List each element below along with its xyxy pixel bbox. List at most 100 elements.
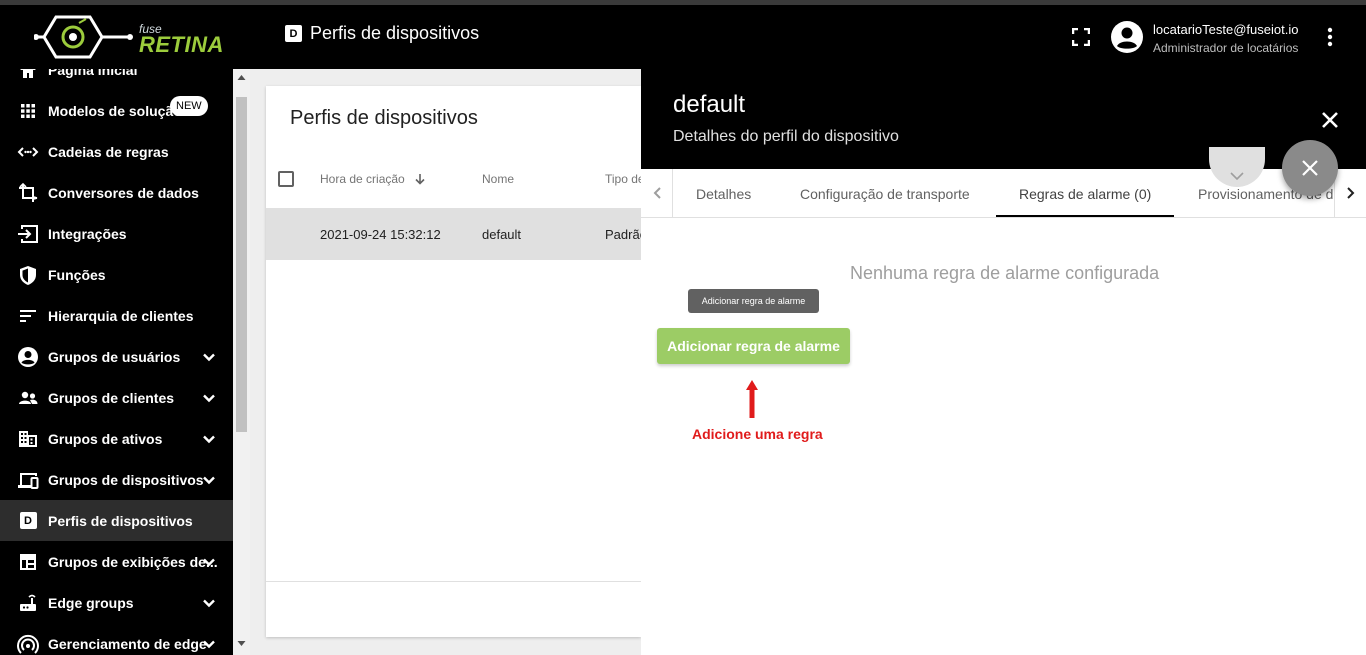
- sidebar-item-roles[interactable]: Funções: [0, 254, 233, 295]
- column-header-created-time[interactable]: Hora de criação: [320, 172, 426, 186]
- sidebar-item-device-profiles[interactable]: D Perfis de dispositivos: [0, 500, 233, 541]
- sidebar-item-label: Grupos de dispositivos: [48, 471, 204, 488]
- supervisor-icon: [19, 391, 38, 404]
- more-vert-icon[interactable]: [1320, 27, 1340, 47]
- sidebar-scrollbar-thumb[interactable]: [236, 97, 247, 432]
- active-tab-indicator: [996, 215, 1174, 217]
- sidebar-item-customer-groups[interactable]: Grupos de clientes: [0, 377, 233, 418]
- sidebar-item-label: Perfis de dispositivos: [48, 512, 193, 529]
- sidebar-item-label: Conversores de dados: [48, 184, 199, 201]
- sidebar-item-label: Grupos de ativos: [48, 430, 163, 447]
- column-header-type[interactable]: Tipo de: [605, 172, 641, 186]
- details-panel: default Detalhes do perfil do dispositiv…: [641, 69, 1366, 655]
- sidebar: Página inicial Modelos de solução NEW Ca…: [0, 69, 233, 655]
- user-info[interactable]: locatarioTeste@fuseiot.io Administrador …: [1153, 20, 1298, 58]
- new-badge: NEW: [170, 96, 208, 116]
- details-subtitle: Detalhes do perfil do dispositivo: [673, 128, 899, 145]
- chevron-down-icon[interactable]: [201, 472, 217, 488]
- sidebar-item-label: Modelos de solução: [48, 102, 182, 119]
- cell-name: default: [482, 227, 522, 242]
- chevron-down-icon[interactable]: [201, 349, 217, 365]
- chevron-down-icon[interactable]: [201, 636, 217, 652]
- device-profile-icon: D: [285, 25, 302, 42]
- dashboard-icon: [20, 553, 36, 570]
- code-arrows-icon: [17, 146, 39, 157]
- sidebar-item-dashboard-groups[interactable]: Grupos de exibições de...: [0, 541, 233, 582]
- sidebar-item-label: Edge groups: [48, 594, 134, 611]
- details-title: default: [673, 91, 746, 118]
- tab-transport-config[interactable]: Configuração de transporte: [800, 186, 970, 202]
- logo-mark-icon: [33, 15, 133, 59]
- chevron-right-icon: [1347, 187, 1355, 199]
- sidebar-item-label: Funções: [48, 266, 106, 283]
- sidebar-item-data-converters[interactable]: Conversores de dados: [0, 172, 233, 213]
- user-role: Administrador de locatários: [1153, 41, 1299, 55]
- chevron-left-icon: [653, 187, 661, 199]
- sidebar-item-edge-groups[interactable]: Edge groups: [0, 582, 233, 623]
- tab-alarm-rules[interactable]: Regras de alarme (0): [1019, 186, 1151, 202]
- sidebar-item-label: Integrações: [48, 225, 127, 242]
- sidebar-item-asset-groups[interactable]: Grupos de ativos: [0, 418, 233, 459]
- arrow-down-icon: [415, 174, 425, 185]
- sidebar-item-label: Grupos de clientes: [48, 389, 175, 406]
- wifi-tethering-icon: [17, 634, 39, 654]
- sort-lines-icon: [20, 309, 36, 322]
- fuse-retina-logo[interactable]: fuse RETINA: [33, 11, 224, 63]
- sidebar-item-label: Grupos de usuários: [48, 348, 181, 365]
- table-row[interactable]: 2021-09-24 15:32:12 default Padrão: [266, 208, 641, 260]
- chevron-down-icon[interactable]: [201, 554, 217, 570]
- add-alarm-rule-tooltip: Adicionar regra de alarme: [688, 289, 819, 313]
- user-email: locatarioTeste@fuseiot.io: [1153, 22, 1299, 37]
- fullscreen-icon[interactable]: [1072, 28, 1090, 46]
- device-profile-icon: D: [17, 510, 39, 532]
- cell-created-time: 2021-09-24 15:32:12: [320, 227, 441, 242]
- red-arrow-annotation-icon: [746, 380, 758, 418]
- empty-alarm-rules-message: Nenhuma regra de alarme configurada: [850, 263, 1160, 283]
- account-circle-icon[interactable]: [1111, 21, 1143, 53]
- page-title: D Perfis de dispositivos: [285, 23, 479, 44]
- close-icon: [1302, 160, 1318, 176]
- sidebar-item-integrations[interactable]: Integrações: [0, 213, 233, 254]
- select-all-checkbox[interactable]: [278, 171, 294, 187]
- home-icon: [20, 69, 36, 78]
- sidebar-item-customer-hierarchy[interactable]: Hierarquia de clientes: [0, 295, 233, 336]
- column-header-name[interactable]: Nome: [482, 172, 514, 186]
- sidebar-item-edge-management[interactable]: Gerenciamento de edge: [0, 623, 233, 655]
- tab-details[interactable]: Detalhes: [696, 186, 751, 202]
- table-title: Perfis de dispositivos: [290, 107, 478, 129]
- sidebar-item-label: Página inicial: [48, 69, 138, 78]
- close-icon[interactable]: [1319, 109, 1341, 131]
- top-toolbar: fuse RETINA D Perfis de dispositivos loc…: [0, 5, 1366, 69]
- device-profiles-table-card: Perfis de dispositivos Hora de criação N…: [266, 86, 641, 637]
- devices-icon: [18, 472, 39, 489]
- sidebar-item-rule-chains[interactable]: Cadeias de regras: [0, 131, 233, 172]
- sidebar-item-home[interactable]: Página inicial: [0, 69, 233, 90]
- scroll-down-icon[interactable]: [237, 639, 246, 648]
- chevron-down-icon[interactable]: [201, 431, 217, 447]
- sidebar-item-label: Cadeias de regras: [48, 143, 169, 160]
- input-icon: [18, 224, 38, 243]
- cell-type: Padrão: [605, 227, 641, 242]
- tabs-scroll-left[interactable]: [641, 169, 673, 217]
- sidebar-item-user-groups[interactable]: Grupos de usuários: [0, 336, 233, 377]
- tabs-scroll-right[interactable]: [1334, 169, 1366, 217]
- router-icon: [20, 594, 36, 611]
- sidebar-item-label: Gerenciamento de edge: [48, 635, 207, 652]
- transform-icon: [19, 182, 38, 202]
- domain-icon: [19, 430, 37, 447]
- account-circle-icon: [18, 346, 38, 367]
- logo-large-text: RETINA: [139, 32, 224, 57]
- scroll-up-icon[interactable]: [237, 73, 246, 82]
- add-alarm-rule-button[interactable]: Adicionar regra de alarme: [657, 328, 850, 364]
- sidebar-item-label: Grupos de exibições de...: [48, 553, 218, 570]
- table-footer-divider: [266, 581, 641, 582]
- page-title-text: Perfis de dispositivos: [310, 23, 480, 43]
- chevron-down-icon[interactable]: [201, 390, 217, 406]
- sidebar-item-label: Hierarquia de clientes: [48, 307, 194, 324]
- annotation-text: Adicione uma regra: [692, 426, 823, 442]
- sidebar-item-device-groups[interactable]: Grupos de dispositivos: [0, 459, 233, 500]
- close-fab-button[interactable]: [1282, 140, 1338, 196]
- shield-icon: [20, 265, 36, 285]
- chevron-down-icon[interactable]: [201, 595, 217, 611]
- grid-icon: [21, 103, 35, 118]
